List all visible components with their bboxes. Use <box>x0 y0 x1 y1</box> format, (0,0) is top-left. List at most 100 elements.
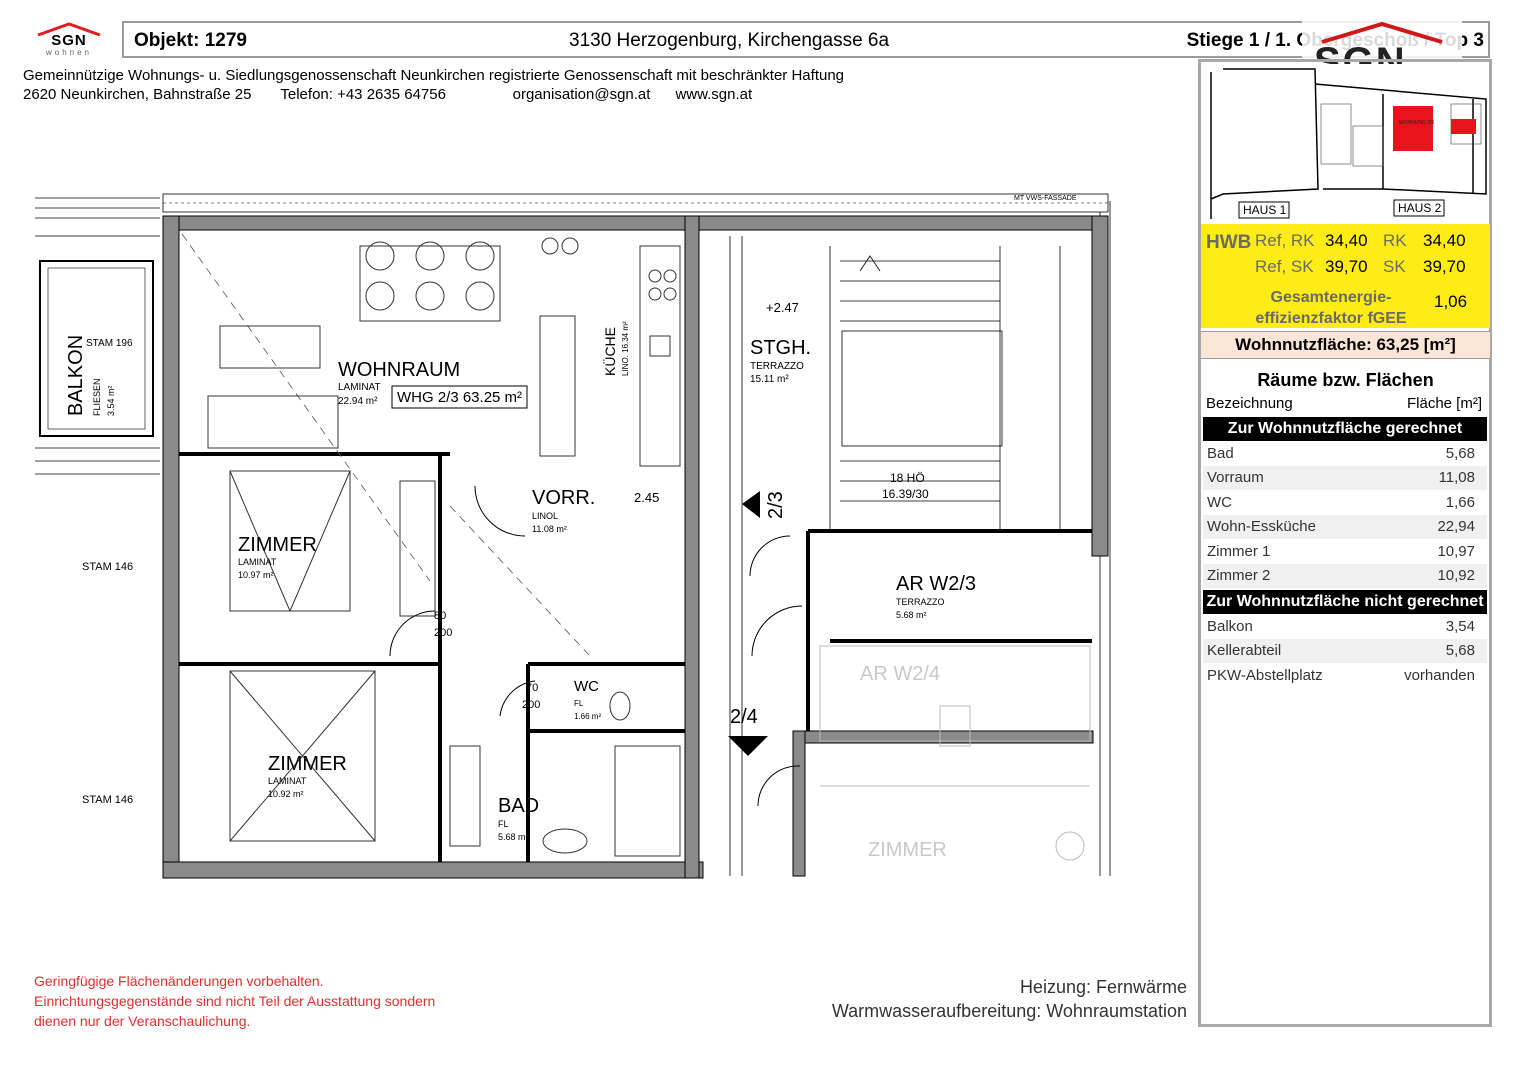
label-stam-1: STAM 146 <box>82 561 133 573</box>
wohnnutzflaeche: Wohnnutzfläche: 63,25 [m²] <box>1201 331 1490 359</box>
room-area: 5,68 <box>1445 642 1475 659</box>
table-row: Balkon 3,54 <box>1203 615 1487 639</box>
label-wc-area: 1.66 m² <box>574 712 601 721</box>
ref-sk-label: Ref, SK <box>1255 257 1314 276</box>
site-haus-1: HAUS 1 <box>1243 203 1287 217</box>
site-haus-2: HAUS 2 <box>1398 201 1442 215</box>
rk-value: 34,40 <box>1423 231 1466 250</box>
address: 3130 Herzogenburg, Kirchengasse 6a <box>569 30 890 51</box>
label-bad-area: 5.68 m² <box>498 832 529 842</box>
label-kueche: KÜCHE <box>601 327 618 376</box>
room-area: 10,97 <box>1437 543 1475 560</box>
label-ar-w23: AR W2/3 <box>896 573 976 595</box>
ref-rk-label: Ref, RK <box>1255 231 1315 250</box>
floor-plan: WOHNRAUM LAMINAT 22.94 m² WHG 2/3 63.25 … <box>35 193 1111 879</box>
ref-rk-value: 34,40 <box>1325 231 1368 250</box>
fgee-label: Gesamtenergie- effizienzfaktor fGEE <box>1241 287 1421 329</box>
label-zimmer-2: ZIMMER <box>268 753 347 775</box>
logo-sub: wohnen <box>45 48 93 57</box>
table-row: Kellerabteil 5,68 <box>1203 639 1487 663</box>
label-door-width: 80 <box>434 610 446 622</box>
company-info: Gemeinnützige Wohnungs- u. Siedlungsgeno… <box>23 66 844 104</box>
ref-sk-value: 39,70 <box>1325 257 1368 276</box>
logo-name: SGN <box>51 32 87 49</box>
label-vorr-area: 11.08 m² <box>532 524 567 534</box>
site-plan: WOHNUNG 2/3 HAUS 1 HAUS 2 <box>1203 64 1488 224</box>
room-name: Balkon <box>1207 618 1253 635</box>
sk-label: SK <box>1383 257 1406 276</box>
room-area: 22,94 <box>1437 518 1475 535</box>
hwb-label: HWB <box>1206 232 1252 253</box>
room-area: vorhanden <box>1404 667 1475 684</box>
room-name: Zimmer 1 <box>1207 543 1271 560</box>
label-zimmer-1-area: 10.97 m² <box>238 570 274 580</box>
label-wohnraum-area: 22.94 m² <box>338 396 378 407</box>
label-wc-door-width: 70 <box>526 682 538 694</box>
table-row: Zimmer 1 10,97 <box>1203 540 1487 564</box>
label-door-height: 200 <box>434 627 452 639</box>
energy-box: HWB Ref, RK 34,40 RK 34,40 Ref, SK 39,70… <box>1201 224 1490 328</box>
room-area: 11,08 <box>1438 469 1475 486</box>
label-stgh-area: 15.11 m² <box>750 374 789 385</box>
room-area: 10,92 <box>1437 567 1475 584</box>
col-header-area: Fläche [m²] <box>1406 395 1482 412</box>
label-bad-sub: FL <box>498 819 509 829</box>
col-header-name: Bezeichnung <box>1206 395 1293 412</box>
label-vorr-sub: LINOL <box>532 511 558 521</box>
label-balkon-sub: FLIESEN <box>92 378 102 416</box>
table-row: Zimmer 2 10,92 <box>1203 564 1487 588</box>
label-stgh-sub: TERRAZZO <box>750 361 804 372</box>
room-area: 5,68 <box>1445 445 1475 462</box>
section-included: Zur Wohnnutzfläche gerechnet <box>1203 417 1487 441</box>
disclaimer-note: Geringfügige Flächenänderungen vorbehalt… <box>34 973 436 1029</box>
company-name: Gemeinnützige Wohnungs- u. Siedlungsgeno… <box>23 67 845 84</box>
label-kueche-sub: LINO. 16.34 m² <box>621 321 630 376</box>
section-excluded: Zur Wohnnutzfläche nicht gerechnet <box>1203 590 1487 614</box>
table-row: Wohn-Essküche 22,94 <box>1203 515 1487 539</box>
label-stair-dim-1: 18 HÖ <box>890 471 925 485</box>
heating-note: Heizung: Fernwärme Warmwasseraufbereitun… <box>831 977 1187 1021</box>
sgn-logo-small: SGN wohnen <box>32 22 106 60</box>
label-wc-door-height: 200 <box>522 699 540 711</box>
label-level-2: 2.45 <box>634 490 659 505</box>
label-wc: WC <box>574 678 599 695</box>
label-door-23: 2/3 <box>765 491 787 519</box>
room-name: WC <box>1207 494 1232 511</box>
room-name: Wohn-Essküche <box>1207 518 1316 535</box>
label-ar-w24: AR W2/4 <box>860 663 940 685</box>
site-wohnung-label: WOHNUNG 2/3 <box>1399 120 1435 126</box>
label-ar-w23-area: 5.68 m² <box>896 610 927 620</box>
fgee-label-line2: effizienzfaktor fGEE <box>1255 310 1407 327</box>
label-facade: MT VWS-FASSADE <box>1014 195 1077 202</box>
room-area: 1,66 <box>1445 494 1475 511</box>
label-zimmer-1: ZIMMER <box>238 534 317 556</box>
company-contact: 2620 Neunkirchen, Bahnstraße 25 Telefon:… <box>23 86 753 103</box>
room-name: Kellerabteil <box>1207 642 1282 659</box>
rooms-table: Räume bzw. Flächen Bezeichnung Fläche [m… <box>1201 364 1490 1024</box>
label-balkon-area: 3.54 m² <box>106 385 116 416</box>
label-whg-box: WHG 2/3 63.25 m² <box>397 389 522 406</box>
fgee-value: 1,06 <box>1434 292 1468 311</box>
label-wohnraum-sub: LAMINAT <box>338 382 381 393</box>
table-row: WC 1,66 <box>1203 491 1487 515</box>
room-name: Vorraum <box>1207 469 1264 486</box>
table-row: Vorraum 11,08 <box>1203 466 1487 490</box>
label-stam-2: STAM 146 <box>82 794 133 806</box>
label-wc-sub: FL <box>574 699 584 708</box>
label-bad: BAD <box>498 795 539 817</box>
table-row: PKW-Abstellplatz vorhanden <box>1203 664 1487 688</box>
label-zimmer-2-area: 10.92 m² <box>268 789 304 799</box>
objekt-number: Objekt: 1279 <box>134 30 247 51</box>
label-vorr: VORR. <box>532 487 595 509</box>
label-stam-3: STAM 196 <box>86 338 133 349</box>
room-name: Zimmer 2 <box>1207 567 1271 584</box>
label-zimmer-1-sub: LAMINAT <box>238 557 277 567</box>
label-level-1: +2.47 <box>766 300 799 315</box>
sk-value: 39,70 <box>1423 257 1466 276</box>
room-name: PKW-Abstellplatz <box>1207 667 1323 684</box>
room-name: Bad <box>1207 445 1234 462</box>
room-area: 3,54 <box>1445 618 1475 635</box>
rooms-title: Räume bzw. Flächen <box>1257 370 1434 390</box>
rk-label: RK <box>1383 231 1407 250</box>
header-bar: Objekt: 1279 3130 Herzogenburg, Kircheng… <box>122 21 1490 58</box>
